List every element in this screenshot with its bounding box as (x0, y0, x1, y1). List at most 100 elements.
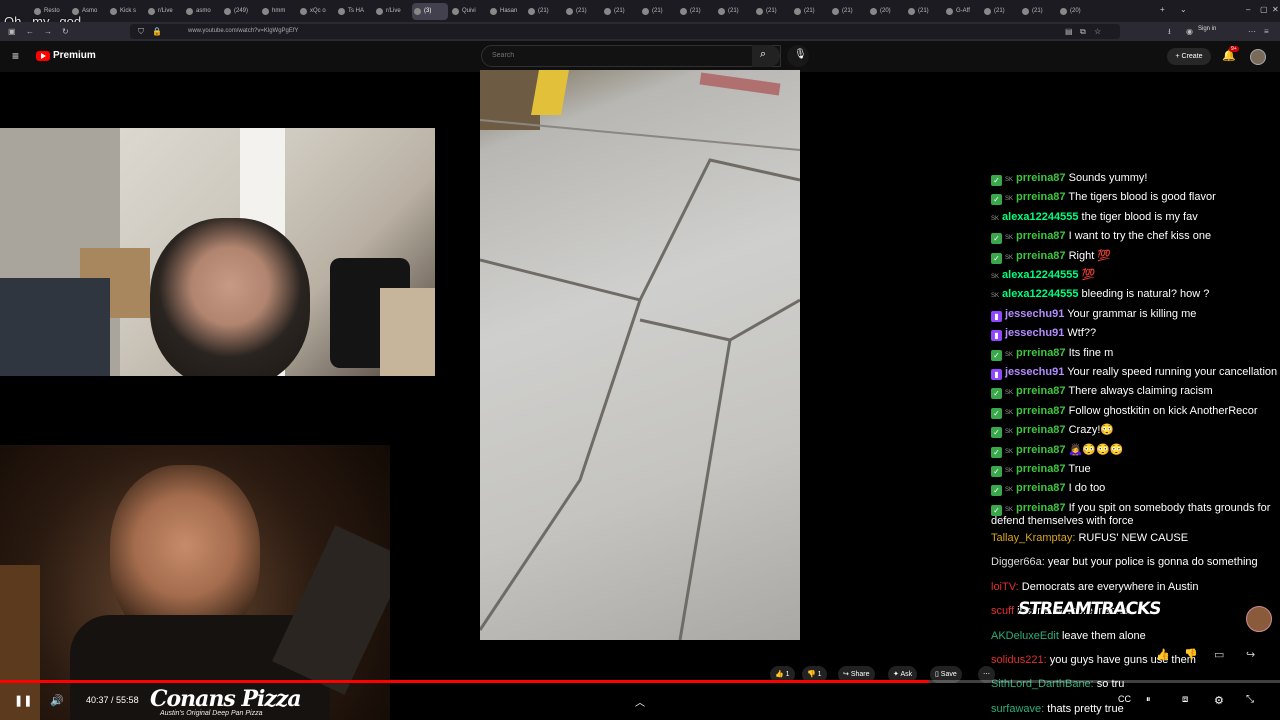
browser-tab[interactable]: (21) (602, 3, 638, 20)
browser-tab[interactable]: (21) (1020, 3, 1056, 20)
browser-tab[interactable]: r/Live (374, 3, 410, 20)
chevron-up-icon[interactable]: ︿ (635, 694, 645, 709)
volume-icon[interactable]: 🔊 (50, 694, 64, 707)
like-overlay-icon[interactable]: 👍 (1156, 648, 1170, 661)
search-button[interactable]: ⌕ (752, 45, 780, 67)
new-tab-icon[interactable]: + (1160, 5, 1165, 14)
sub-badge: SK (991, 293, 1000, 299)
chat-username: alexa12244555 (1002, 288, 1079, 300)
avatar[interactable] (1250, 49, 1266, 65)
browser-tab[interactable]: (21) (906, 3, 942, 20)
browser-tab[interactable]: (21) (792, 3, 828, 20)
browser-tab[interactable]: hmm (260, 3, 296, 20)
browser-tab[interactable]: asmo (184, 3, 220, 20)
tab-favicon-icon (338, 8, 345, 15)
browser-tab[interactable]: (21) (754, 3, 790, 20)
bookmark-star-icon[interactable]: ☆ (1094, 27, 1101, 37)
url-bar-row: ▣ ← → ↻ ⛉ 🔒 www.youtube.com/watch?v=KlgW… (0, 22, 1280, 41)
mic-arm (0, 278, 110, 376)
channel-avatar[interactable] (1246, 606, 1272, 632)
maximize-icon[interactable]: ▢ (1260, 5, 1268, 14)
url-text: www.youtube.com/watch?v=KlgWgPgEfY (188, 28, 299, 34)
chat-message: ✓ SK prreina87 Follow ghostkitin on kick A… (991, 405, 1258, 420)
search-box[interactable] (481, 45, 781, 67)
forward-icon[interactable]: → (44, 27, 52, 37)
browser-tab[interactable]: xQc o (298, 3, 334, 20)
autoplay-toggle[interactable]: ⏸ (1146, 694, 1151, 705)
minimize-icon[interactable]: – (1246, 5, 1250, 14)
menu-icon[interactable]: ≡ (1264, 27, 1269, 37)
reader-view-icon[interactable]: ▤ (1065, 27, 1073, 37)
share-overlay-icon[interactable]: ↪ (1246, 648, 1255, 661)
browser-tab[interactable]: (21) (830, 3, 866, 20)
extensions-icon[interactable]: ⋯ (1248, 27, 1256, 37)
sub-badge: SK (991, 216, 1000, 222)
youtube-brand[interactable]: Premium (53, 50, 96, 61)
create-button[interactable]: + Create (1167, 48, 1211, 65)
pause-icon[interactable]: ❚❚ (14, 694, 32, 707)
dislike-overlay-icon[interactable]: 👎 (1184, 648, 1198, 661)
browser-tab[interactable]: (3) (412, 3, 448, 20)
browser-tab[interactable]: Quivi (450, 3, 486, 20)
settings-gear-icon[interactable]: ⚙ (1214, 694, 1224, 707)
chat-text: Right 💯 (1068, 250, 1112, 262)
browser-tab[interactable]: Ts HA (336, 3, 372, 20)
sidebar-icon[interactable]: ▣ (8, 27, 16, 37)
like-count: 1 (785, 671, 790, 678)
tab-label: (21) (804, 8, 815, 14)
chat-text: Sounds yummy! (1068, 172, 1148, 184)
guide-menu-icon[interactable]: ≡ (12, 49, 19, 63)
downloads-icon[interactable]: ⭳ (1168, 27, 1171, 37)
tab-favicon-icon (224, 8, 231, 15)
translate-icon[interactable]: ⧉ (1080, 27, 1086, 37)
browser-tab[interactable]: G-Aff (944, 3, 980, 20)
browser-tab[interactable]: (21) (640, 3, 676, 20)
tab-favicon-icon (832, 8, 839, 15)
tab-favicon-icon (110, 8, 117, 15)
chat-text: 🙇‍♀️😳😳😳 (1068, 444, 1124, 456)
voice-search-button[interactable]: 🎙 (787, 45, 809, 67)
chat-username: prreina87 (1016, 405, 1066, 417)
comment-icon[interactable]: ▭ (1214, 648, 1224, 661)
browser-tab[interactable]: (21) (564, 3, 600, 20)
exit-fullscreen-icon[interactable]: ⤡ (1246, 694, 1254, 705)
chat-text: Wtf?? (1067, 327, 1097, 339)
chat-message: loiTV: Democrats are everywhere in Austi… (991, 581, 1198, 594)
tab-favicon-icon (1060, 8, 1067, 15)
browser-tab[interactable]: r/Live (146, 3, 182, 20)
browser-tab-bar: Resto Asmo Kick s r/Live asmo (249) hmm xQc o Ts… (0, 0, 1280, 22)
address-bar[interactable]: ⛉ 🔒 www.youtube.com/watch?v=KlgWgPgEfY ▤… (130, 24, 1120, 39)
close-window-icon[interactable]: ✕ (1272, 5, 1279, 14)
youtube-logo-icon[interactable] (36, 51, 50, 61)
tab-label: (249) (234, 8, 249, 14)
create-label: Create (1181, 53, 1203, 60)
time-current: 40:37 (86, 695, 109, 705)
progress-bar[interactable] (0, 680, 1280, 683)
browser-tab[interactable]: (21) (716, 3, 752, 20)
browser-tab[interactable]: (21) (678, 3, 714, 20)
browser-tab[interactable]: (21) (982, 3, 1018, 20)
browser-tab[interactable]: (20) (868, 3, 904, 20)
back-icon[interactable]: ← (26, 27, 34, 37)
tab-label: (21) (1032, 8, 1043, 14)
tab-list-icon[interactable]: ⌄ (1180, 5, 1187, 14)
tab-label: (21) (728, 8, 739, 14)
browser-tab[interactable]: Hasan (488, 3, 524, 20)
sub-badge: SK (1005, 390, 1014, 396)
chat-username: jessechu91 (1005, 308, 1065, 320)
reload-icon[interactable]: ↻ (62, 27, 69, 37)
chat-text: RUFUS' NEW CAUSE (1078, 532, 1189, 544)
mic-icon: 🎙 (794, 49, 807, 60)
verified-badge-icon: ✓ (991, 447, 1002, 458)
browser-tab[interactable]: (20) (1058, 3, 1094, 20)
browser-tab[interactable]: (249) (222, 3, 258, 20)
chat-username: prreina87 (1016, 347, 1066, 359)
tab-favicon-icon (262, 8, 269, 15)
captions-icon[interactable]: ⧈ (1182, 694, 1188, 705)
browser-tab[interactable]: Kick s (108, 3, 144, 20)
chat-username: prreina87 (1016, 482, 1066, 494)
subtitles-icon[interactable]: CC (1118, 694, 1131, 704)
search-input[interactable] (490, 51, 744, 60)
browser-tab[interactable]: (21) (526, 3, 562, 20)
sign-in-button[interactable]: Sign in (1198, 26, 1216, 32)
